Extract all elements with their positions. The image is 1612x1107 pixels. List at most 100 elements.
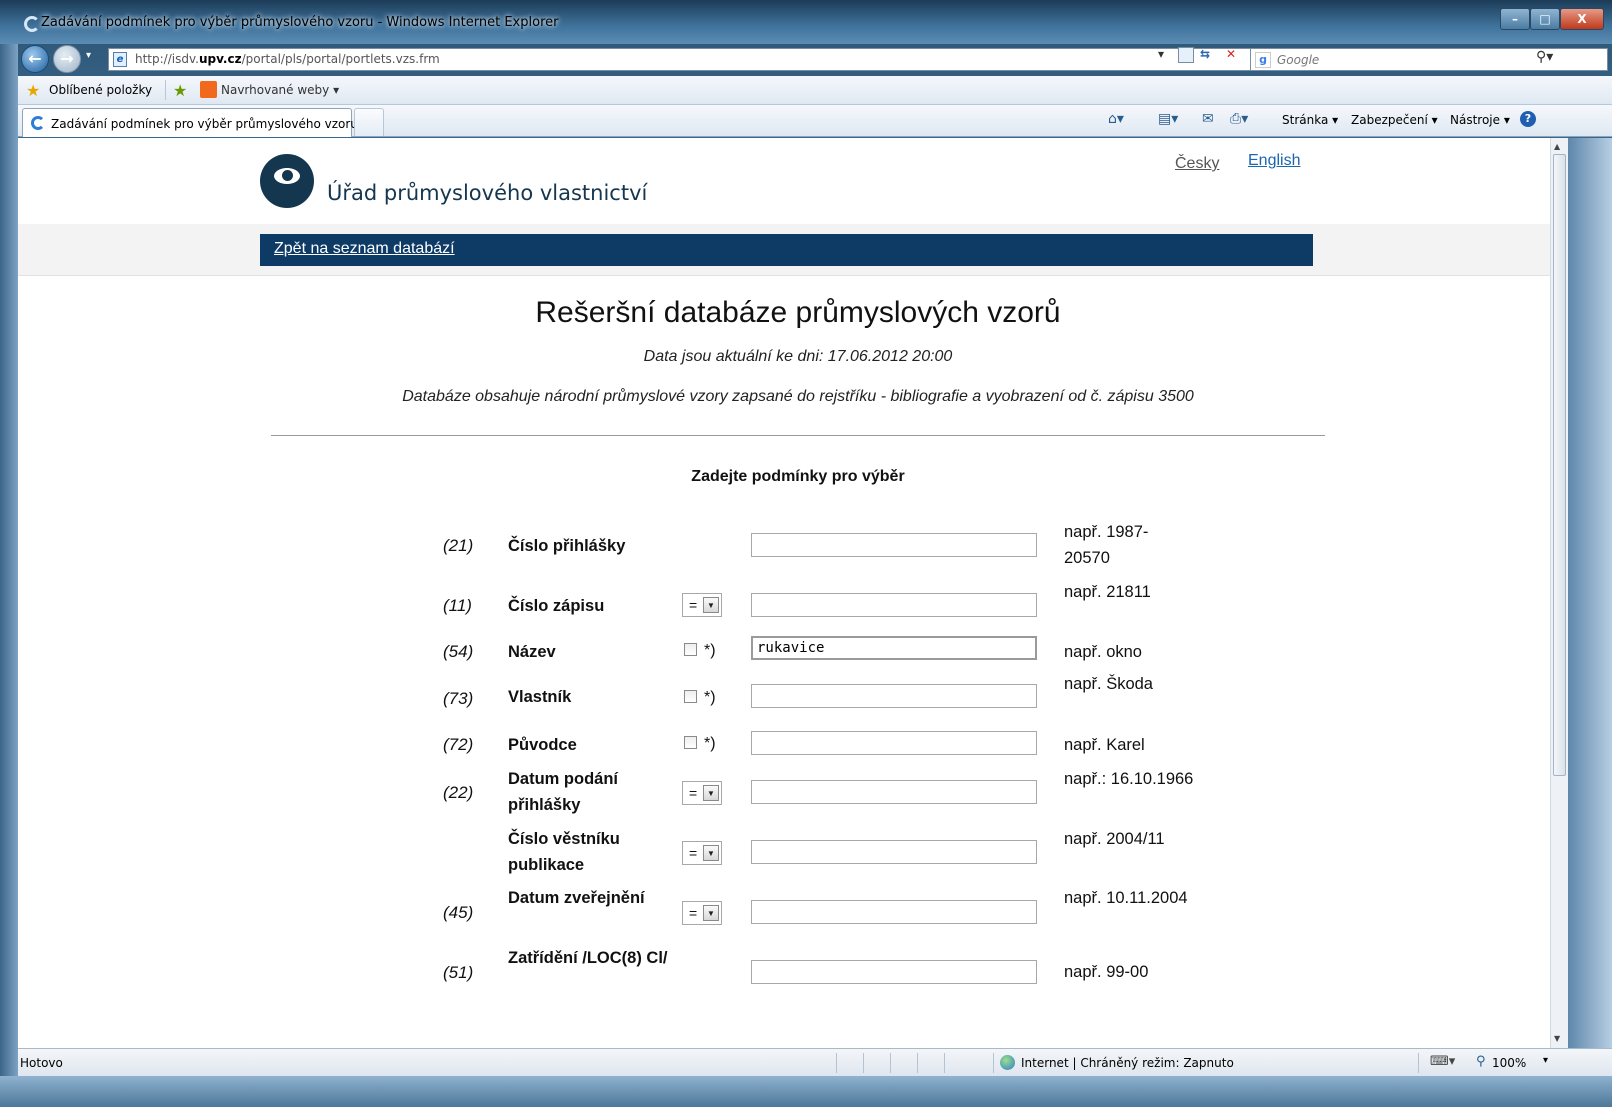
zoom-level[interactable]: 100% [1492, 1056, 1526, 1070]
suggested-sites-button[interactable]: Navrhované weby ▾ [221, 83, 339, 97]
scroll-down-icon[interactable]: ▼ [1554, 1034, 1560, 1043]
field-row-classification: (51) Zatřídění /LOC(8) Cl/ např. 99-00 [18, 944, 1550, 1004]
field-code: (54) [443, 642, 474, 661]
logo-text: Úřad průmyslového vlastnictví [327, 181, 648, 205]
vertical-scrollbar[interactable]: ▲ ▼ [1550, 138, 1568, 1048]
registration-number-input[interactable] [751, 593, 1037, 617]
add-favorite-icon[interactable]: ★ [173, 81, 187, 100]
search-input[interactable]: g Google [1250, 48, 1608, 71]
data-date: Data jsou aktuální ke dni: 17.06.2012 20… [643, 348, 953, 365]
minimize-button[interactable]: – [1500, 8, 1530, 30]
field-row-registration-number: (11) Číslo zápisu = ▼ např. 21811 [18, 576, 1550, 636]
window-frame-bottom [0, 1076, 1612, 1107]
mail-icon[interactable]: ✉ [1202, 111, 1214, 127]
field-label: Zatřídění /LOC(8) Cl/ [508, 949, 668, 967]
wildcard-checkbox[interactable] [684, 643, 697, 656]
close-button[interactable]: X [1560, 8, 1604, 30]
owner-input[interactable] [751, 684, 1037, 708]
bulletin-number-input[interactable] [751, 840, 1037, 864]
print-icon[interactable]: ⎙▾ [1230, 111, 1248, 127]
checkbox-note: *) [704, 642, 716, 659]
title-bar: Zadávání podmínek pro výběr průmyslového… [0, 0, 1612, 44]
zoom-dropdown-icon[interactable]: ▾ [1543, 1055, 1548, 1066]
publication-date-input[interactable] [751, 900, 1037, 924]
classification-input[interactable] [751, 960, 1037, 984]
wildcard-checkbox[interactable] [684, 690, 697, 703]
scrollbar-thumb[interactable] [1553, 154, 1566, 776]
nav-band: Zpět na seznam databází [18, 224, 1550, 276]
zoom-icon[interactable]: ⚲ [1476, 1054, 1486, 1069]
language-czech-link[interactable]: Česky [1175, 155, 1219, 173]
field-row-bulletin-number: Číslo věstníku publikace = ▼ např. 2004/… [18, 824, 1550, 884]
form-heading: Zadejte podmínky pro výběr [691, 468, 905, 485]
application-number-input[interactable] [751, 533, 1037, 557]
filing-date-input[interactable] [751, 780, 1037, 804]
home-icon[interactable]: ⌂▾ [1108, 111, 1124, 127]
safety-menu[interactable]: Zabezpečení ▾ [1351, 113, 1438, 127]
window-frame-right [1568, 138, 1612, 1048]
field-hint: např. Škoda [1064, 675, 1153, 693]
tab-label: Zadávání podmínek pro výběr průmyslového… [51, 117, 358, 131]
search-placeholder: Google [1277, 53, 1320, 67]
divider [944, 1053, 945, 1073]
wildcard-checkbox[interactable] [684, 736, 697, 749]
operator-select[interactable]: = ▼ [682, 901, 722, 925]
title-input[interactable] [751, 636, 1037, 660]
divider [1418, 1053, 1419, 1073]
tab-bar: Zadávání podmínek pro výběr průmyslového… [18, 105, 1612, 137]
back-arrow-icon[interactable]: ← [21, 45, 49, 73]
tab-current[interactable]: Zadávání podmínek pro výběr průmyslového… [22, 108, 358, 137]
divider [917, 1053, 918, 1073]
new-tab-button[interactable] [354, 108, 384, 136]
tools-menu[interactable]: Nástroje ▾ [1450, 113, 1510, 127]
language-english-link[interactable]: English [1248, 152, 1300, 170]
forward-arrow-icon[interactable]: → [53, 45, 81, 73]
operator-value: = [689, 597, 698, 613]
field-code: (73) [443, 689, 474, 708]
favorites-star-icon[interactable]: ★ [26, 81, 40, 100]
security-zone-text[interactable]: Internet | Chráněný režim: Zapnuto [1021, 1056, 1234, 1070]
status-text: Hotovo [20, 1056, 63, 1070]
feeds-icon[interactable]: ▤▾ [1158, 111, 1178, 127]
field-code: (72) [443, 735, 474, 754]
divider [165, 80, 166, 100]
operator-select[interactable]: = ▼ [682, 781, 722, 805]
stop-icon[interactable]: ✕ [1226, 47, 1242, 63]
page-menu[interactable]: Stránka ▾ [1282, 113, 1338, 127]
search-icon[interactable]: ⚲▾ [1536, 49, 1553, 65]
field-label: Vlastník [508, 688, 572, 706]
back-to-databases-link[interactable]: Zpět na seznam databází [274, 240, 455, 258]
divider [271, 435, 1325, 436]
divider [890, 1053, 891, 1073]
suggested-sites-icon [200, 81, 217, 98]
field-code: (22) [443, 783, 474, 802]
site-header: Úřad průmyslového vlastnictví Česky Engl… [18, 138, 1550, 224]
chevron-down-icon: ▼ [703, 845, 719, 861]
operator-select[interactable]: = ▼ [682, 841, 722, 865]
scroll-up-icon[interactable]: ▲ [1554, 142, 1560, 151]
field-hint: např. 21811 [1064, 583, 1151, 601]
browser-window: Zadávání podmínek pro výběr průmyslového… [0, 0, 1612, 1107]
ie-tab-icon [31, 116, 45, 130]
field-label: Název [508, 643, 556, 661]
history-dropdown-icon[interactable]: ▾ [86, 50, 91, 61]
page-title: Rešeršní databáze průmyslových vzorů [535, 296, 1061, 329]
refresh-icon[interactable]: ⇆ [1200, 47, 1220, 63]
status-bar: Hotovo Internet | Chráněný režim: Zapnut… [18, 1048, 1612, 1076]
address-dropdown-icon[interactable]: ▾ [1158, 47, 1164, 61]
maximize-button[interactable]: □ [1530, 8, 1560, 30]
divider [863, 1053, 864, 1073]
compatibility-view-icon[interactable] [1178, 47, 1194, 63]
favorites-button[interactable]: Oblíbené položky [49, 83, 152, 97]
protected-mode-icon[interactable]: ⌨▾ [1430, 1054, 1455, 1069]
help-icon[interactable]: ? [1520, 111, 1536, 127]
operator-select[interactable]: = ▼ [682, 593, 722, 617]
field-code: (11) [443, 596, 472, 615]
originator-input[interactable] [751, 731, 1037, 755]
chevron-down-icon: ▼ [703, 785, 719, 801]
field-label: Původce [508, 736, 577, 754]
address-bar[interactable]: e http://isdv.upv.cz/portal/pls/portal/p… [108, 48, 1260, 71]
upv-logo-icon [260, 154, 314, 208]
field-hint: např. 1987-20570 [1064, 523, 1149, 567]
field-hint: např. Karel [1064, 736, 1145, 754]
